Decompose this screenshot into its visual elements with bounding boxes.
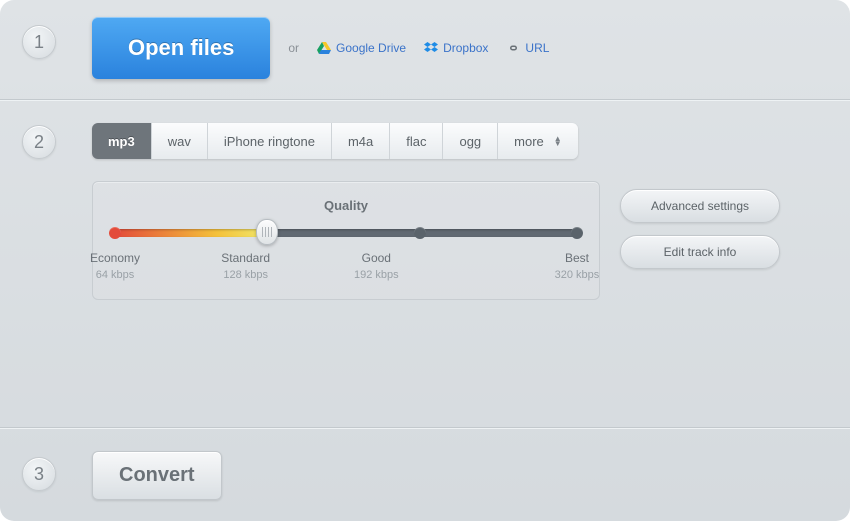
quality-label-good: Good 192 kbps — [341, 251, 411, 281]
format-tabs: mp3 wav iPhone ringtone m4a flac ogg mor… — [92, 123, 578, 159]
quality-rate: 192 kbps — [341, 269, 411, 281]
quality-panel: Quality Economy 64 kbps Standard 128 kbp… — [92, 181, 600, 300]
convert-button[interactable]: Convert — [92, 451, 222, 500]
slider-tick-best — [571, 227, 583, 239]
source-label: URL — [525, 41, 549, 55]
source-dropbox[interactable]: Dropbox — [424, 41, 488, 55]
quality-name: Best — [565, 251, 589, 265]
source-google-drive[interactable]: Google Drive — [317, 41, 406, 55]
format-tab-wav[interactable]: wav — [152, 123, 208, 159]
step-convert: 3 Convert — [0, 428, 850, 520]
quality-rate: 64 kbps — [80, 269, 150, 281]
open-row: Open files or Google Drive Dropbox URL — [0, 0, 850, 79]
quality-slider[interactable] — [115, 229, 577, 237]
side-buttons: Advanced settings Edit track info — [620, 189, 780, 269]
quality-name: Economy — [90, 251, 140, 265]
google-drive-icon — [317, 42, 331, 54]
up-down-icon: ▲▼ — [554, 136, 562, 146]
quality-label-standard: Standard 128 kbps — [211, 251, 281, 281]
step-number: 1 — [22, 25, 56, 59]
quality-labels: Economy 64 kbps Standard 128 kbps Good 1… — [115, 251, 577, 281]
format-tab-mp3[interactable]: mp3 — [92, 123, 152, 159]
step-format-quality: 2 mp3 wav iPhone ringtone m4a flac ogg m… — [0, 100, 850, 428]
format-tab-ogg[interactable]: ogg — [443, 123, 498, 159]
quality-name: Standard — [221, 251, 270, 265]
format-more-label: more — [514, 134, 544, 149]
source-url[interactable]: URL — [506, 41, 549, 55]
source-label: Dropbox — [443, 41, 488, 55]
quality-label-economy: Economy 64 kbps — [80, 251, 150, 281]
format-tabs-row: mp3 wav iPhone ringtone m4a flac ogg mor… — [0, 101, 850, 159]
step-number: 3 — [22, 457, 56, 491]
slider-tick-good — [414, 227, 426, 239]
link-icon — [506, 42, 520, 54]
step-open-files: 1 Open files or Google Drive Dropbox — [0, 0, 850, 100]
format-tab-flac[interactable]: flac — [390, 123, 443, 159]
quality-name: Good — [362, 251, 391, 265]
or-label: or — [288, 41, 299, 55]
quality-label-best: Best 320 kbps — [542, 251, 612, 281]
step-number: 2 — [22, 125, 56, 159]
edit-track-info-button[interactable]: Edit track info — [620, 235, 780, 269]
slider-handle[interactable] — [256, 219, 278, 245]
advanced-settings-button[interactable]: Advanced settings — [620, 189, 780, 223]
quality-rate: 320 kbps — [542, 269, 612, 281]
dropbox-icon — [424, 42, 438, 54]
quality-title: Quality — [115, 198, 577, 213]
source-label: Google Drive — [336, 41, 406, 55]
format-tab-iphone-ringtone[interactable]: iPhone ringtone — [208, 123, 332, 159]
slider-tick-economy — [109, 227, 121, 239]
open-files-button[interactable]: Open files — [92, 17, 270, 79]
format-tab-m4a[interactable]: m4a — [332, 123, 390, 159]
format-tab-more[interactable]: more ▲▼ — [498, 123, 578, 159]
quality-rate: 128 kbps — [211, 269, 281, 281]
audio-converter-app: 1 Open files or Google Drive Dropbox — [0, 0, 850, 521]
